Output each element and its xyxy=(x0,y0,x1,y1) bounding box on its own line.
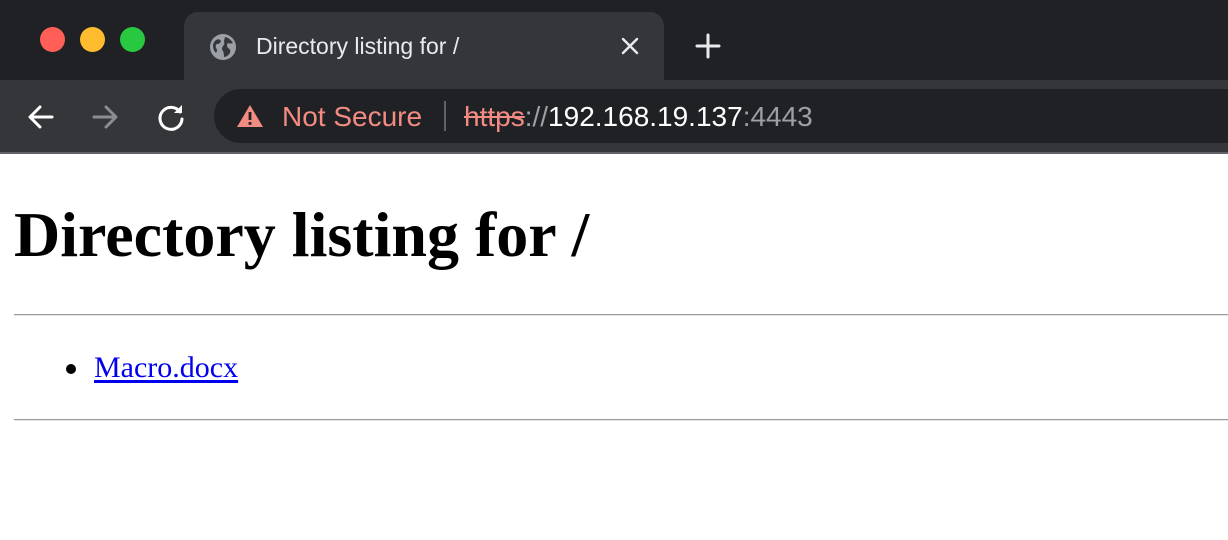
address-bar[interactable]: Not Secure https://192.168.19.137:4443 xyxy=(214,89,1228,143)
file-link[interactable]: Macro.docx xyxy=(94,351,238,384)
tab-title: Directory listing for / xyxy=(256,33,460,59)
browser-tab-active[interactable]: Directory listing for / xyxy=(184,12,664,80)
url-port: :4443 xyxy=(742,101,813,132)
omnibox-divider xyxy=(444,101,446,131)
security-status-label[interactable]: Not Secure xyxy=(282,101,422,133)
url-separator: :// xyxy=(524,101,549,132)
page-content: Directory listing for / Macro.docx xyxy=(0,154,1228,540)
file-list: Macro.docx xyxy=(0,350,238,386)
horizontal-rule-top xyxy=(14,314,1228,316)
warning-triangle-icon[interactable] xyxy=(236,103,264,129)
close-icon[interactable] xyxy=(620,36,640,56)
url-scheme: https xyxy=(464,101,525,132)
horizontal-rule-bottom xyxy=(14,419,1228,421)
window-maximize-button[interactable] xyxy=(120,27,145,52)
page-title: Directory listing for / xyxy=(14,199,590,270)
globe-icon xyxy=(210,34,236,60)
tab-strip: Directory listing for / xyxy=(0,0,1228,80)
list-item: Macro.docx xyxy=(0,350,238,386)
arrow-right-icon[interactable] xyxy=(90,102,120,132)
arrow-left-icon[interactable] xyxy=(26,102,56,132)
browser-toolbar: Not Secure https://192.168.19.137:4443 xyxy=(0,80,1228,152)
window-minimize-button[interactable] xyxy=(80,27,105,52)
new-tab-button[interactable] xyxy=(694,32,722,60)
url-text[interactable]: https://192.168.19.137:4443 xyxy=(464,101,813,133)
window-close-button[interactable] xyxy=(40,27,65,52)
reload-icon[interactable] xyxy=(156,102,186,132)
bullet-icon xyxy=(66,364,76,374)
url-host: 192.168.19.137 xyxy=(548,101,743,132)
